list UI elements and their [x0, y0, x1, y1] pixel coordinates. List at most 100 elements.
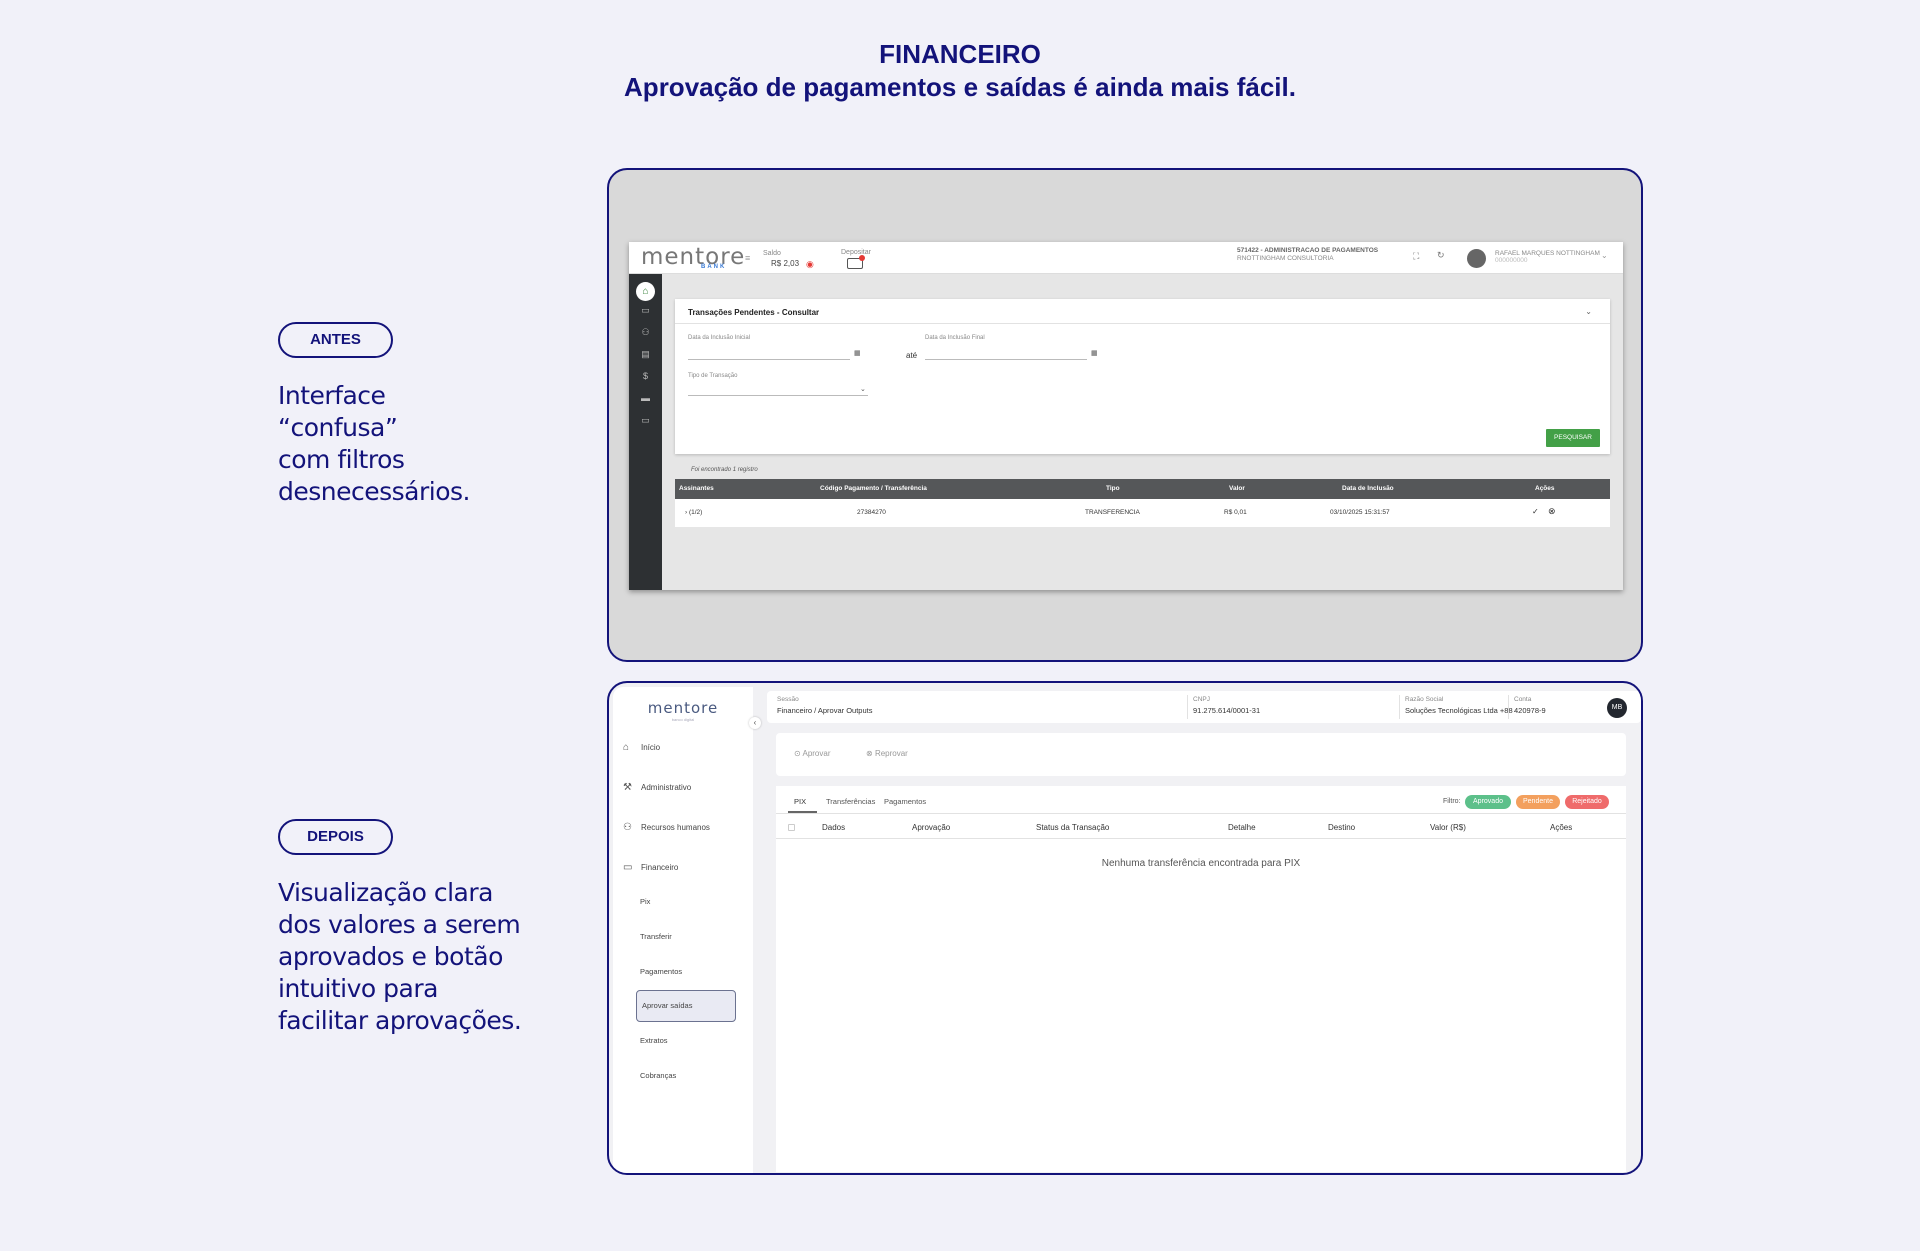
sessao-value: Financeiro / Aprovar Outputs	[777, 706, 873, 715]
results-count: Foi encontrado 1 registro	[691, 467, 758, 473]
filter-pendente[interactable]: Pendente	[1516, 795, 1560, 809]
table-header: Assinantes Código Pagamento / Transferên…	[675, 479, 1610, 499]
x-circle-icon: ⊗	[866, 749, 873, 758]
dollar-icon[interactable]: $	[629, 371, 662, 381]
subnav-item-transferir[interactable]: Transferir	[640, 932, 672, 941]
chevron-down-icon[interactable]: ⌄	[1585, 307, 1592, 316]
chevron-down-icon[interactable]: ⌄	[860, 385, 866, 393]
computer-icon[interactable]: ▭	[629, 415, 662, 426]
subnav-item-pagamentos[interactable]: Pagamentos	[640, 967, 682, 976]
new-topbar: Sessão Financeiro / Aprovar Outputs CNPJ…	[767, 691, 1641, 723]
table-row[interactable]: › (1/2) 27384270 TRANSFERENCIA R$ 0,01 0…	[675, 499, 1610, 527]
cnpj-value: 91.275.614/0001-31	[1193, 706, 1261, 715]
calendar-icon[interactable]: ▦	[854, 349, 861, 357]
select-all-checkbox[interactable]	[788, 824, 795, 831]
menu-icon[interactable]: ≡	[745, 253, 750, 263]
col-codigo: Código Pagamento / Transferência	[820, 485, 927, 492]
new-logo-sub: banco digital	[671, 717, 695, 722]
document-icon[interactable]: ▤	[629, 349, 662, 360]
tab-pagamentos[interactable]: Pagamentos	[884, 797, 926, 806]
subnav-item-aprovar-saidas[interactable]: Aprovar saídas	[636, 990, 736, 1022]
chevron-down-icon[interactable]: ⌄	[1601, 251, 1608, 260]
filter-aprovado[interactable]: Aprovado	[1465, 795, 1511, 809]
approve-button[interactable]: ⊙ Aprovar	[794, 749, 831, 758]
cell-codigo: 27384270	[857, 509, 886, 516]
tab-pix[interactable]: PIX	[794, 797, 806, 806]
new-logo: mentore	[647, 699, 719, 717]
date-end-input[interactable]	[925, 359, 1087, 360]
reject-button[interactable]: ⊗ Reprovar	[866, 749, 908, 758]
nav-label: Financeiro	[641, 863, 679, 872]
user-name[interactable]: RAFAEL MARQUES NOTTINGHAM 000000000	[1495, 250, 1600, 264]
check-circle-icon: ⊙	[794, 749, 801, 758]
col-assinantes: Assinantes	[679, 485, 714, 492]
col-status: Status da Transação	[1036, 823, 1110, 832]
saldo-label: Saldo	[763, 250, 781, 257]
old-topbar: mentore BANK ≡ Saldo R$ 2,03 ◉ Depositar…	[629, 242, 1623, 274]
eye-icon[interactable]: ◉	[806, 259, 814, 270]
col-valor: Valor	[1229, 485, 1245, 492]
expand-icon[interactable]: ⛶	[1413, 251, 1419, 262]
old-logo-sub: BANK	[701, 264, 727, 270]
depositar-label: Depositar	[841, 249, 871, 256]
col-dados: Dados	[822, 823, 846, 832]
cell-tipo: TRANSFERENCIA	[1085, 509, 1140, 516]
reject-x-icon[interactable]: ⊗	[1548, 506, 1556, 517]
people-icon: ⚇	[623, 822, 632, 833]
search-button[interactable]: PESQUISAR	[1546, 429, 1600, 447]
money-icon: ▭	[623, 862, 633, 873]
subnav-item-pix[interactable]: Pix	[640, 897, 650, 906]
tab-transferencias[interactable]: Transferências	[826, 797, 875, 806]
nav-item-administrativo[interactable]: ⚒ Administrativo	[623, 782, 691, 793]
refresh-icon[interactable]: ↻	[1437, 250, 1445, 261]
tipo-select[interactable]	[688, 395, 868, 396]
approve-label: Aprovar	[802, 749, 831, 758]
date-start-label: Data da Inclusão Inicial	[688, 335, 751, 341]
account-company: RNOTTINGHAM CONSULTORIA	[1237, 255, 1334, 262]
reject-label: Reprovar	[874, 749, 908, 758]
divider	[675, 323, 1610, 324]
card-icon[interactable]: ▬	[629, 393, 662, 403]
conta-label: Conta	[1514, 696, 1532, 703]
col-data: Data de Inclusão	[1342, 485, 1394, 492]
empty-state-message: Nenhuma transferência encontrada para PI…	[1101, 858, 1301, 869]
nav-item-inicio[interactable]: ⌂ Início	[623, 742, 660, 753]
cell-assinantes[interactable]: › (1/2)	[685, 509, 702, 516]
people-icon[interactable]: ⚇	[629, 327, 662, 338]
avatar[interactable]: MB	[1607, 698, 1627, 718]
col-destino: Destino	[1328, 823, 1356, 832]
antes-description: Interface “confusa” com filtros desneces…	[278, 381, 471, 506]
approve-check-icon[interactable]: ✓	[1532, 507, 1539, 516]
razao-label: Razão Social	[1405, 696, 1444, 703]
subnav-item-extratos[interactable]: Extratos	[640, 1036, 668, 1045]
money-icon[interactable]: ▭	[629, 305, 662, 316]
actions-bar: ⊙ Aprovar ⊗ Reprovar	[776, 733, 1626, 776]
old-sidebar: ⌂ ▭ ⚇ ▤ $ ▬ ▭	[629, 274, 662, 590]
cnpj-label: CNPJ	[1193, 696, 1210, 703]
divider	[776, 813, 1626, 814]
razao-value: Soluções Tecnológicas Ltda +88	[1405, 706, 1513, 715]
col-acoes: Ações	[1550, 823, 1573, 832]
avatar[interactable]	[1467, 249, 1486, 268]
subnav-item-cobrancas[interactable]: Cobranças	[640, 1071, 676, 1080]
col-acoes: Ações	[1535, 485, 1555, 492]
filter-rejeitado[interactable]: Rejeitado	[1565, 795, 1609, 809]
new-sidebar: mentore banco digital ⌂ Início ⚒ Administr…	[613, 687, 753, 1173]
collapse-sidebar-icon[interactable]: ‹	[749, 717, 761, 729]
nav-item-financeiro[interactable]: ▭ Financeiro	[623, 862, 678, 873]
nav-label: Início	[641, 743, 661, 752]
col-aprovacao: Aprovação	[912, 823, 951, 832]
antes-tag: ANTES	[278, 322, 393, 358]
home-icon[interactable]: ⌂	[636, 282, 655, 301]
transactions-panel: PIX Transferências Pagamentos Filtro: Ap…	[776, 786, 1626, 1172]
nav-item-recursos-humanos[interactable]: ⚇ Recursos humanos	[623, 822, 710, 833]
before-screenshot-frame: mentore BANK ≡ Saldo R$ 2,03 ◉ Depositar…	[607, 168, 1643, 662]
old-app-window: mentore BANK ≡ Saldo R$ 2,03 ◉ Depositar…	[629, 242, 1623, 590]
date-start-input[interactable]	[688, 359, 850, 360]
account-name[interactable]: 571422 - ADMINISTRACAO DE PAGAMENTOS	[1237, 247, 1378, 254]
wrench-icon: ⚒	[623, 782, 632, 793]
filter-label: Filtro:	[1443, 798, 1461, 805]
depois-description: Visualização clara dos valores a serem a…	[278, 878, 522, 1035]
user-name-text: RAFAEL MARQUES NOTTINGHAM	[1495, 250, 1600, 257]
calendar-icon[interactable]: ▦	[1091, 349, 1098, 357]
